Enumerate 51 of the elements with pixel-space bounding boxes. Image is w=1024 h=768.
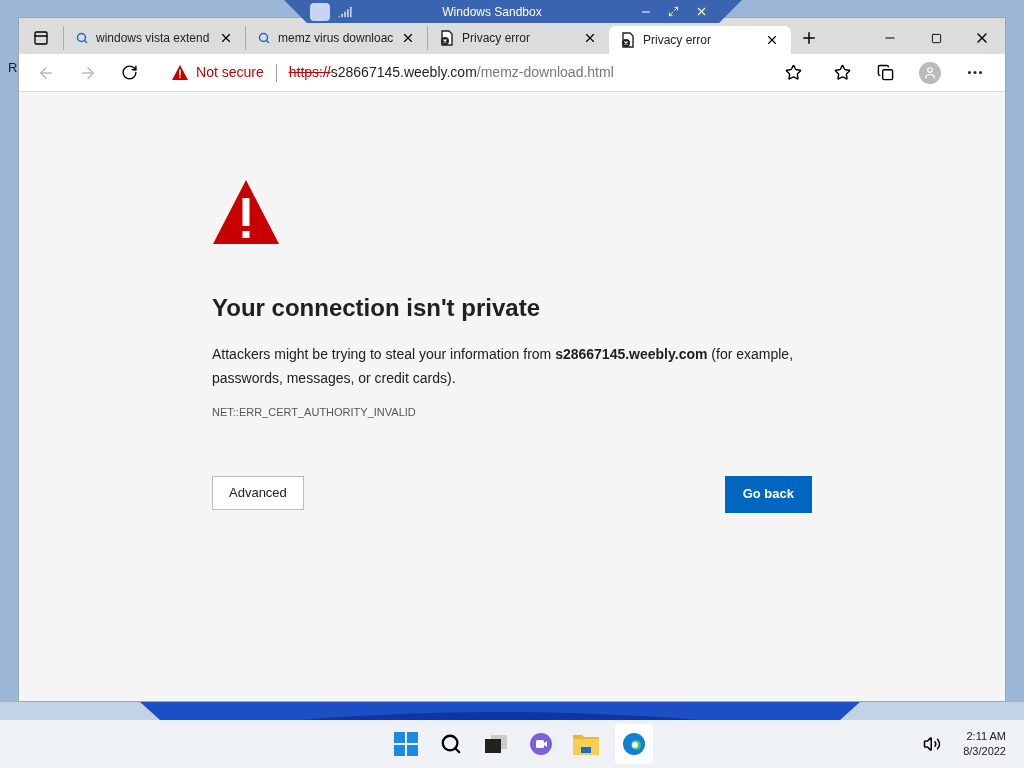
tab-title: windows vista extend [96,30,211,47]
chat-icon [529,732,553,756]
close-icon[interactable] [219,31,233,45]
more-icon [968,71,983,74]
document-error-icon [621,32,635,48]
folder-icon [573,733,599,755]
maximize-icon [930,32,942,44]
sandbox-app-icon [310,2,330,21]
tab-title: Privacy error [643,32,712,49]
tab-actions-icon [33,30,49,46]
close-icon[interactable] [401,31,415,45]
task-view-icon [485,735,507,753]
add-favorite-icon[interactable] [785,64,803,81]
error-heading: Your connection isn't private [212,293,541,323]
url-text: https://s28667145.weebly.com/memz-download.html [288,63,614,82]
close-icon[interactable] [583,31,597,45]
collections-icon [877,64,895,81]
security-label[interactable]: Not secure [196,62,264,83]
browser-tab[interactable]: Privacy error [427,26,609,50]
warning-icon [172,65,188,80]
close-icon[interactable] [765,33,779,47]
go-back-button[interactable]: Go back [724,475,812,513]
error-message: Attackers might be trying to steal your information from s28667145.weebly.com (for example, passwords, messages, or credit cards). [212,345,795,388]
volume-icon[interactable] [923,735,942,753]
edge-icon [622,732,646,756]
windows-logo-icon [394,732,418,756]
document-error-icon [440,30,454,46]
desktop-text: R [8,59,18,77]
browser-tab[interactable]: Privacy error [609,26,791,54]
browser-tab[interactable]: memz virus downloac [245,26,427,50]
avatar-icon [918,61,941,84]
clock-time: 2:11 AM [966,729,1006,744]
warning-icon [212,178,280,246]
search-icon [76,32,88,44]
tab-title: Privacy error [462,30,531,47]
signal-icon [338,4,352,19]
error-code: NET::ERR_CERT_AUTHORITY_INVALID [212,405,417,420]
address-field[interactable]: Not secure https://s28667145.weebly.com/memz-download.html [160,57,815,88]
star-list-icon [833,64,851,81]
refresh-icon [120,64,138,81]
search-icon [258,32,270,44]
tab-title: memz virus downloac [278,30,393,47]
browser-tab[interactable]: windows vista extend [63,26,245,50]
clock[interactable]: 2:11 AM 8/3/2022 [963,729,1006,759]
restore-icon[interactable] [668,6,679,17]
clock-date: 8/3/2022 [963,744,1006,759]
advanced-button[interactable]: Advanced [212,475,304,510]
search-icon [440,733,462,755]
plus-icon [800,29,818,47]
sandbox-title: Windows Sandbox [441,3,543,21]
edge-button[interactable] [615,724,653,764]
